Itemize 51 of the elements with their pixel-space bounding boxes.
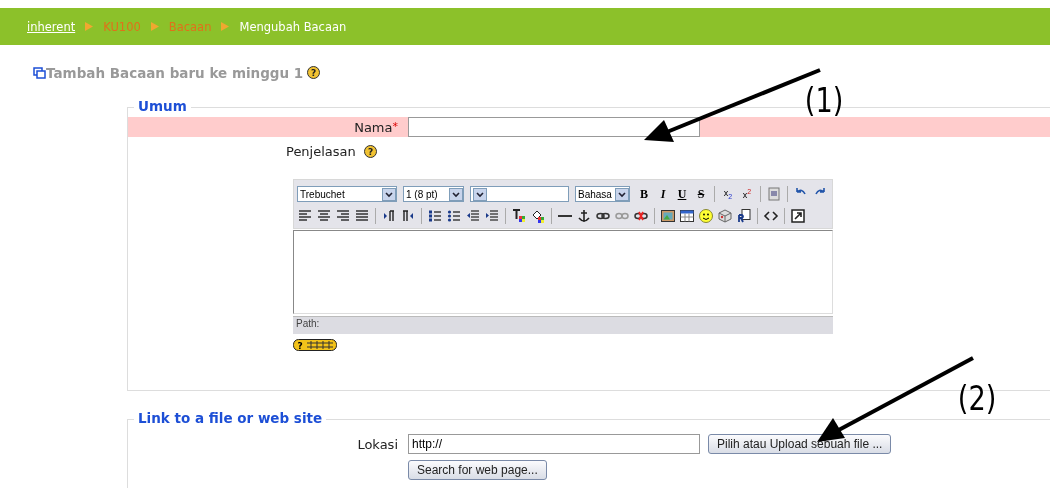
rtl-icon[interactable] bbox=[400, 208, 416, 224]
keyboard-help-icon[interactable]: ? bbox=[293, 339, 337, 351]
align-center-icon[interactable] bbox=[316, 208, 332, 224]
subscript-button[interactable]: x$_{2}$ bbox=[720, 188, 736, 200]
size-dropdown[interactable]: 1 (8 pt) bbox=[403, 186, 464, 202]
breadcrumb-separator-icon bbox=[221, 22, 230, 31]
smiley-icon[interactable] bbox=[698, 208, 714, 224]
cube-icon[interactable] bbox=[717, 208, 733, 224]
field-label: Penjelasan bbox=[286, 144, 356, 159]
window-icon bbox=[33, 67, 46, 79]
format-button[interactable]: B bbox=[636, 186, 652, 202]
anchor-icon[interactable] bbox=[576, 208, 592, 224]
format-button[interactable]: S bbox=[693, 186, 709, 202]
table-icon[interactable] bbox=[679, 208, 695, 224]
field-label: Nama* bbox=[353, 119, 398, 135]
location-field[interactable]: http:// bbox=[408, 434, 700, 454]
align-left-icon[interactable] bbox=[297, 208, 313, 224]
bullet-list-icon[interactable] bbox=[446, 208, 462, 224]
format-dropdown[interactable] bbox=[470, 186, 569, 202]
superscript-button[interactable]: x$^{2}$ bbox=[739, 188, 755, 200]
justify-icon[interactable] bbox=[354, 208, 370, 224]
section-legend: Link to a file or web site bbox=[134, 410, 327, 426]
numbered-list-icon[interactable] bbox=[427, 208, 443, 224]
paste-icon[interactable] bbox=[766, 186, 782, 202]
outdent-icon[interactable] bbox=[465, 208, 481, 224]
path-bar: Path: bbox=[293, 316, 833, 334]
search-web-button[interactable]: Search for web page... bbox=[408, 460, 547, 480]
breadcrumb-current: Mengubah Bacaan bbox=[239, 19, 347, 34]
text-color-icon[interactable] bbox=[511, 208, 527, 224]
upload-file-button[interactable]: Pilih atau Upload sebuah file ... bbox=[708, 434, 892, 454]
format-button[interactable]: U bbox=[674, 186, 690, 202]
ltr-icon[interactable] bbox=[381, 208, 397, 224]
indent-icon[interactable] bbox=[484, 208, 500, 224]
fill-color-icon[interactable] bbox=[530, 208, 546, 224]
search-replace-icon[interactable] bbox=[736, 208, 752, 224]
section-legend: Umum bbox=[134, 98, 191, 114]
fullscreen-icon[interactable] bbox=[790, 208, 806, 224]
breadcrumb-separator-icon bbox=[85, 22, 94, 31]
image-icon[interactable] bbox=[660, 208, 676, 224]
page-heading: Tambah Bacaan baru ke minggu 1 bbox=[46, 65, 304, 81]
format-button[interactable]: I bbox=[655, 186, 671, 202]
name-field[interactable] bbox=[408, 117, 700, 137]
font-dropdown[interactable]: Trebuchet bbox=[297, 186, 397, 202]
language-dropdown[interactable]: Bahasa bbox=[575, 186, 630, 202]
help-icon[interactable]: ? bbox=[307, 65, 321, 79]
breadcrumb-separator-icon bbox=[150, 22, 159, 31]
annotation-label: (2) bbox=[957, 378, 997, 418]
annotation-label: (1) bbox=[804, 80, 844, 120]
help-icon[interactable]: ? bbox=[363, 145, 377, 158]
field-label: Lokasi bbox=[356, 436, 398, 452]
align-right-icon[interactable] bbox=[335, 208, 351, 224]
